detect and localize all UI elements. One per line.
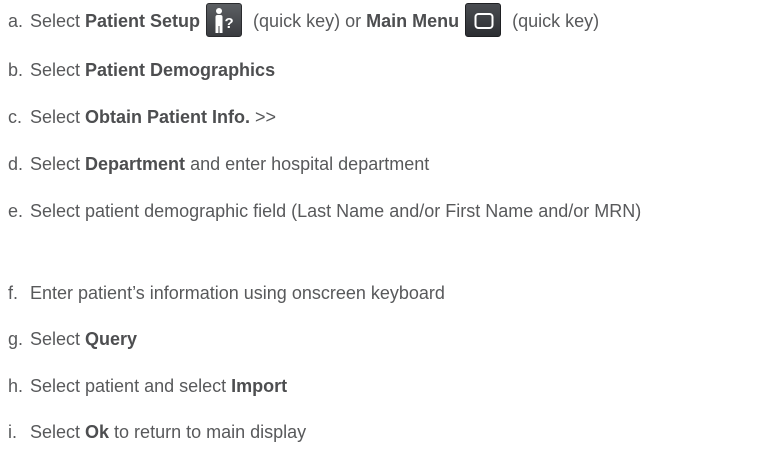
step-i: i. Select Ok to return to main display: [8, 417, 306, 447]
step-d: d. Select Department and enter hospital …: [8, 149, 429, 179]
step-g: g. Select Query: [8, 324, 137, 354]
step-text: Select Department and enter hospital dep…: [30, 154, 430, 174]
step-marker: e.: [8, 201, 24, 221]
step-text: Select Ok to return to main display: [30, 422, 307, 442]
patient-setup-quick-key-icon: ?: [206, 3, 243, 38]
step-text: Select Query: [30, 329, 138, 349]
step-marker: i.: [8, 422, 17, 442]
step-marker: b.: [8, 60, 24, 80]
main-menu-quick-key-icon: [465, 3, 502, 38]
patient-setup-label: Patient Setup: [85, 11, 201, 31]
step-text: Select Patient Setup? (quick key) or Mai…: [30, 3, 599, 38]
step-b: b. Select Patient Demographics: [8, 55, 275, 85]
step-text: Select patient demographic field (Last N…: [30, 201, 642, 221]
step-marker: d.: [8, 154, 24, 174]
step-c: c. Select Obtain Patient Info. >>: [8, 102, 276, 132]
step-marker: a.: [8, 11, 24, 31]
main-menu-label: Main Menu: [366, 11, 460, 31]
step-text: Select Obtain Patient Info. >>: [30, 107, 277, 127]
svg-text:?: ?: [225, 15, 234, 32]
step-f: f. Enter patient’s information using ons…: [8, 278, 445, 308]
step-a: a. Select Patient Setup? (quick key) or …: [8, 3, 599, 38]
step-marker: h.: [8, 376, 24, 396]
step-text: Select patient and select Import: [30, 376, 288, 396]
step-text: Enter patient’s information using onscre…: [30, 283, 445, 303]
step-text: Select Patient Demographics: [30, 60, 276, 80]
step-marker: f.: [8, 283, 19, 303]
step-e: e. Select patient demographic field (Las…: [8, 196, 755, 226]
step-marker: c.: [8, 107, 23, 127]
step-h: h. Select patient and select Import: [8, 371, 287, 401]
step-marker: g.: [8, 329, 24, 349]
